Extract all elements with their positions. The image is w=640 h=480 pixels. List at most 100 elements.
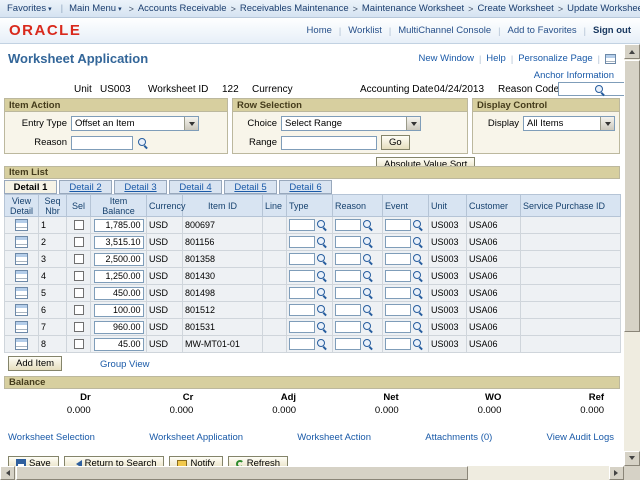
dropdown-arrow-icon[interactable] (406, 117, 420, 130)
reason-code-lookup-icon[interactable] (594, 84, 606, 96)
type-lookup-icon[interactable] (316, 236, 328, 248)
event-lookup-icon[interactable] (412, 270, 424, 282)
type-input[interactable] (289, 219, 315, 231)
personalize-page-link[interactable]: Personalize Page (518, 53, 592, 64)
reason-lookup-icon[interactable] (137, 137, 149, 149)
horizontal-scroll-thumb[interactable] (16, 466, 468, 480)
tab-detail-4[interactable]: Detail 4 (169, 180, 222, 194)
event-lookup-icon[interactable] (412, 219, 424, 231)
view-detail-icon[interactable] (15, 253, 28, 265)
type-input[interactable] (289, 321, 315, 333)
breadcrumb-item-maintenance-worksheet[interactable]: Maintenance Worksheet (362, 3, 464, 14)
item-balance-input[interactable] (93, 218, 144, 232)
type-lookup-icon[interactable] (316, 321, 328, 333)
sel-checkbox[interactable] (73, 288, 84, 299)
vertical-scrollbar[interactable] (624, 44, 640, 466)
range-input[interactable] (281, 135, 377, 150)
sign-out-link[interactable]: Sign out (593, 25, 631, 36)
scroll-up-button[interactable] (624, 44, 640, 59)
type-lookup-icon[interactable] (316, 338, 328, 350)
event-lookup-icon[interactable] (412, 253, 424, 265)
reason-input[interactable] (335, 270, 361, 282)
type-input[interactable] (289, 236, 315, 248)
view-detail-icon[interactable] (15, 338, 28, 350)
dropdown-arrow-icon[interactable] (184, 117, 198, 130)
type-input[interactable] (289, 270, 315, 282)
scroll-down-button[interactable] (624, 451, 640, 466)
copy-url-icon[interactable] (605, 53, 616, 64)
type-input[interactable] (289, 338, 315, 350)
reason-lookup-icon[interactable] (362, 321, 374, 333)
item-balance-input[interactable] (93, 269, 144, 283)
breadcrumb-main-menu[interactable]: Main Menu ▾ (69, 3, 125, 14)
help-link[interactable]: Help (486, 53, 506, 64)
type-input[interactable] (289, 287, 315, 299)
breadcrumb-item-update-worksheet[interactable]: Update Worksheet (567, 3, 640, 14)
tab-detail-6[interactable]: Detail 6 (279, 180, 332, 194)
breadcrumb-item-create-worksheet[interactable]: Create Worksheet (477, 3, 553, 14)
sel-checkbox[interactable] (73, 237, 84, 248)
event-input[interactable] (385, 219, 411, 231)
home-link[interactable]: Home (307, 25, 332, 36)
reason-input[interactable] (335, 236, 361, 248)
worklist-link[interactable]: Worklist (348, 25, 382, 36)
reason-lookup-icon[interactable] (362, 253, 374, 265)
reason-lookup-icon[interactable] (362, 304, 374, 316)
item-balance-input[interactable] (93, 235, 144, 249)
breadcrumb-item-accounts-receivable[interactable]: Accounts Receivable (138, 3, 227, 14)
sel-checkbox[interactable] (73, 305, 84, 316)
horizontal-scrollbar[interactable] (0, 466, 624, 480)
new-window-link[interactable]: New Window (419, 53, 474, 64)
worksheet-selection-link[interactable]: Worksheet Selection (8, 432, 95, 443)
reason-input[interactable] (335, 287, 361, 299)
reason-input[interactable] (335, 321, 361, 333)
entry-type-dropdown[interactable]: Offset an Item (71, 116, 199, 131)
reason-lookup-icon[interactable] (362, 270, 374, 282)
type-input[interactable] (289, 304, 315, 316)
type-lookup-icon[interactable] (316, 253, 328, 265)
add-to-favorites-link[interactable]: Add to Favorites (507, 25, 576, 36)
view-detail-icon[interactable] (15, 287, 28, 299)
view-detail-icon[interactable] (15, 304, 28, 316)
type-lookup-icon[interactable] (316, 219, 328, 231)
type-input[interactable] (289, 253, 315, 265)
add-item-button[interactable]: Add Item (8, 356, 63, 371)
group-view-link[interactable]: Group View (100, 359, 149, 370)
item-balance-input[interactable] (93, 303, 144, 317)
display-dropdown[interactable]: All Items (523, 116, 615, 131)
reason-input[interactable] (71, 135, 133, 150)
sel-checkbox[interactable] (73, 254, 84, 265)
worksheet-action-link[interactable]: Worksheet Action (297, 432, 371, 443)
reason-input[interactable] (335, 338, 361, 350)
choice-dropdown[interactable]: Select Range (281, 116, 421, 131)
view-audit-logs-link[interactable]: View Audit Logs (547, 432, 614, 443)
item-balance-input[interactable] (93, 320, 144, 334)
tab-detail-3[interactable]: Detail 3 (114, 180, 167, 194)
type-lookup-icon[interactable] (316, 304, 328, 316)
event-lookup-icon[interactable] (412, 287, 424, 299)
event-lookup-icon[interactable] (412, 321, 424, 333)
event-lookup-icon[interactable] (412, 236, 424, 248)
event-input[interactable] (385, 236, 411, 248)
reason-lookup-icon[interactable] (362, 219, 374, 231)
view-detail-icon[interactable] (15, 270, 28, 282)
reason-input[interactable] (335, 219, 361, 231)
type-lookup-icon[interactable] (316, 270, 328, 282)
reason-lookup-icon[interactable] (362, 236, 374, 248)
tab-detail-5[interactable]: Detail 5 (224, 180, 277, 194)
event-input[interactable] (385, 287, 411, 299)
item-balance-input[interactable] (93, 337, 144, 351)
item-balance-input[interactable] (93, 252, 144, 266)
breadcrumb-item-receivables-maintenance[interactable]: Receivables Maintenance (240, 3, 349, 14)
anchor-information-link[interactable]: Anchor Information (534, 70, 614, 81)
view-detail-icon[interactable] (15, 321, 28, 333)
event-input[interactable] (385, 304, 411, 316)
scroll-right-button[interactable] (609, 466, 624, 480)
event-input[interactable] (385, 321, 411, 333)
reason-lookup-icon[interactable] (362, 287, 374, 299)
type-lookup-icon[interactable] (316, 287, 328, 299)
vertical-scroll-thumb[interactable] (624, 60, 640, 332)
view-detail-icon[interactable] (15, 219, 28, 231)
event-input[interactable] (385, 253, 411, 265)
reason-lookup-icon[interactable] (362, 338, 374, 350)
